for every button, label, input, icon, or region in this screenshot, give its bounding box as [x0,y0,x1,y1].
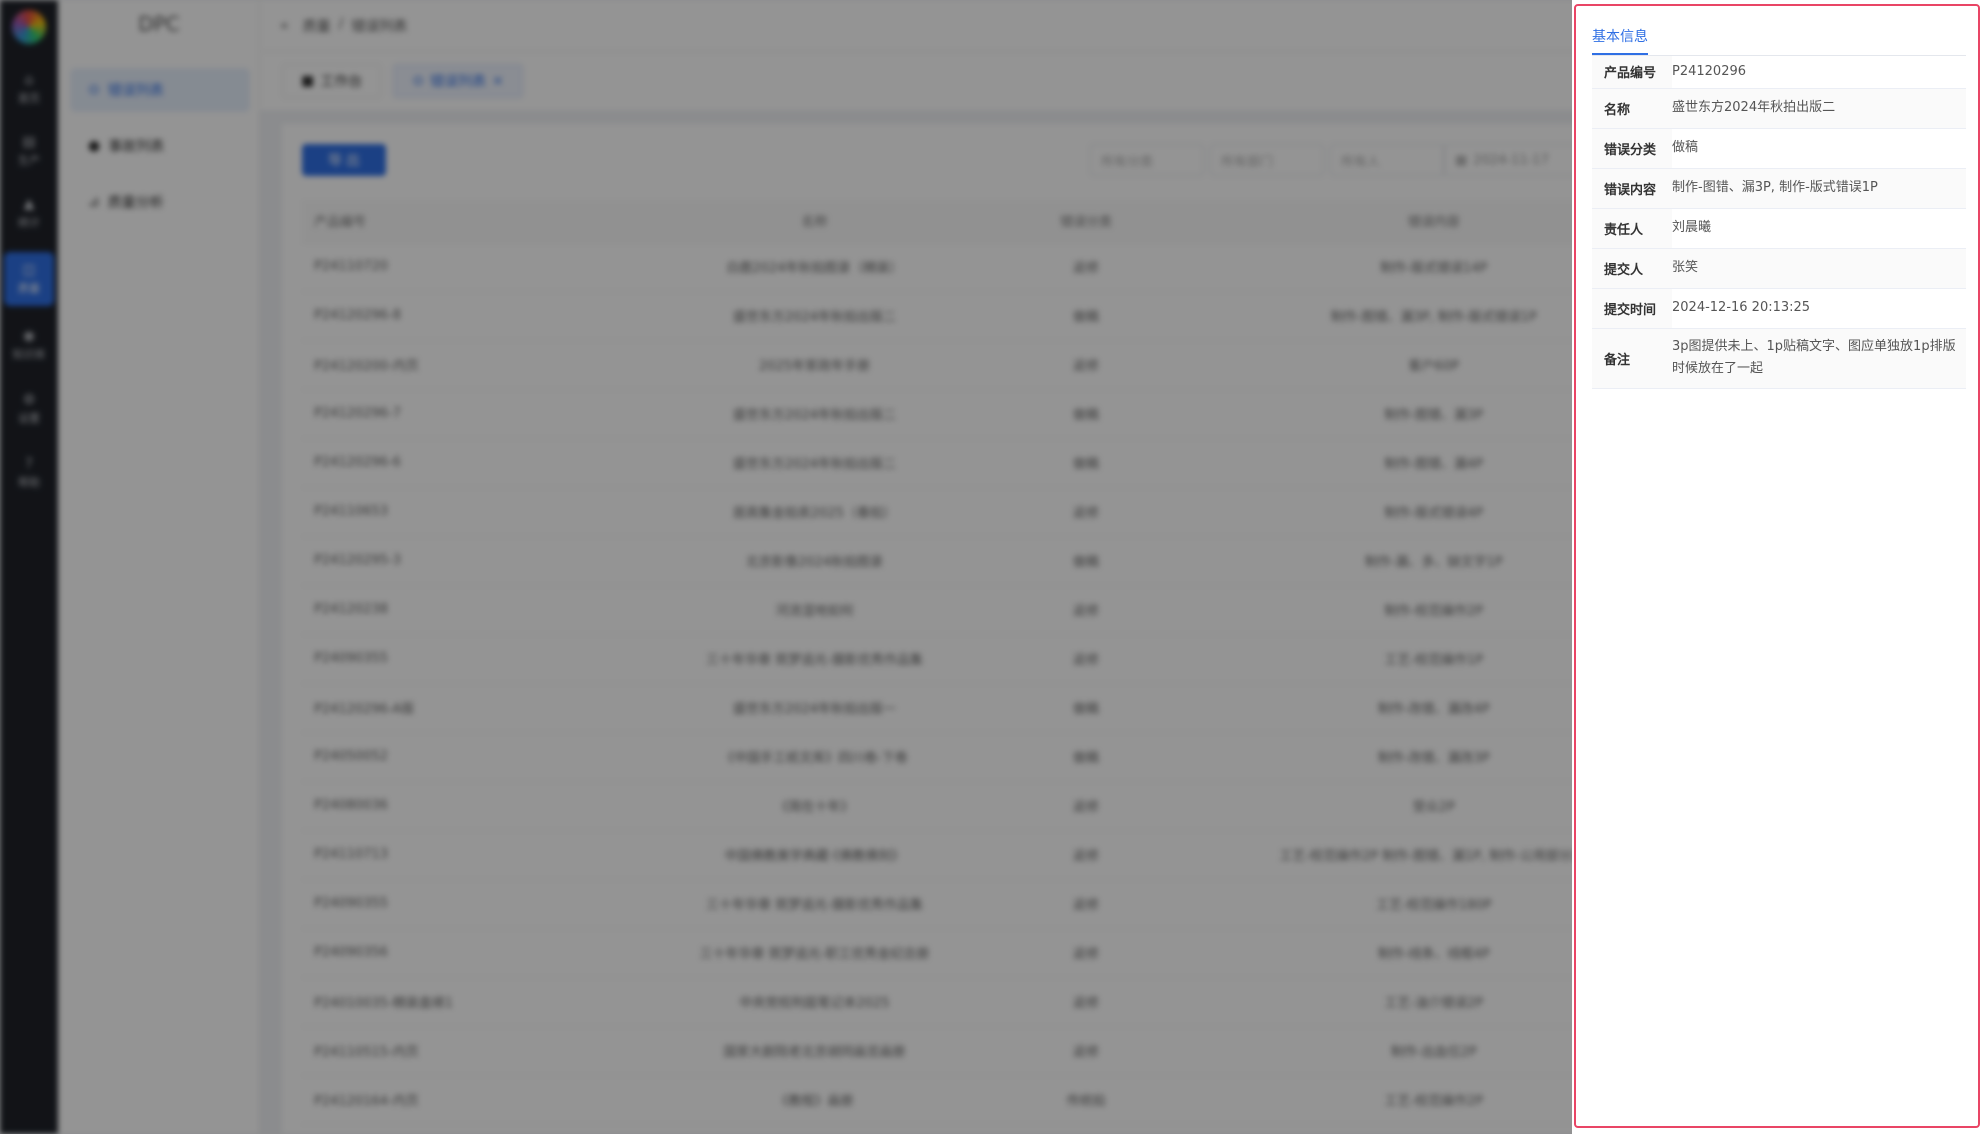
field-label: 错误分类 [1592,128,1672,169]
drawer-tabs: 基本信息 [1592,22,1966,56]
field-label: 备注 [1592,328,1672,389]
basic-info-table: 产品编号 P24120296 名称 盛世东方2024年秋拍出版二 错误分类 做稿 错误… [1592,56,1966,389]
field-label: 责任人 [1592,208,1672,249]
field-label: 提交时间 [1592,288,1672,329]
field-submit-time: 2024-12-16 20:13:25 [1672,288,1966,329]
field-label: 名称 [1592,88,1672,129]
field-name: 盛世东方2024年秋拍出版二 [1672,88,1966,129]
field-submitter: 张笑 [1672,248,1966,289]
field-label: 提交人 [1592,248,1672,289]
field-error-category: 做稿 [1672,128,1966,169]
tab-basic-info[interactable]: 基本信息 [1592,26,1648,55]
field-label: 产品编号 [1592,56,1672,89]
field-product-code: P24120296 [1672,56,1966,89]
field-responsible: 刘晨曦 [1672,208,1966,249]
field-remarks: 3p图提供未上、1p贴稿文字、图应单独放1p排版时候放在了一起 [1672,328,1966,389]
field-error-content: 制作-图错、漏3P, 制作-版式错误1P [1672,168,1966,209]
field-label: 错误内容 [1592,168,1672,209]
